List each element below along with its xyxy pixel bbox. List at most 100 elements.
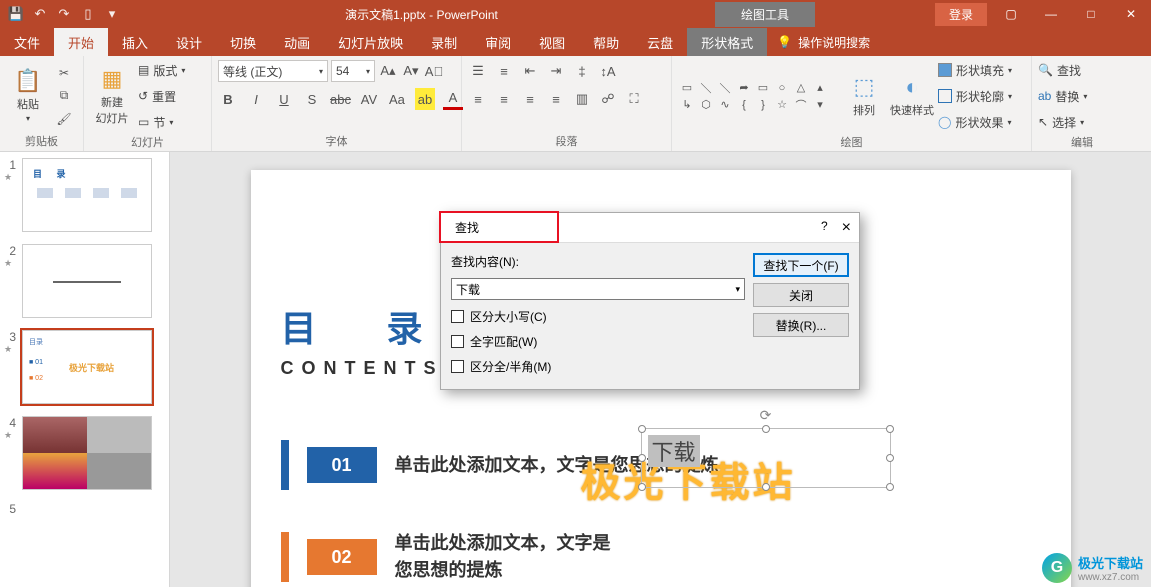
dialog-help-icon[interactable]: ?	[821, 219, 828, 237]
find-next-button[interactable]: 查找下一个(F)	[753, 253, 849, 277]
shape-arc-icon[interactable]: ⌒	[792, 97, 810, 113]
maximize-icon[interactable]: □	[1071, 0, 1111, 28]
shape-effects-button[interactable]: ◯形状效果▾	[938, 112, 1012, 132]
resize-handle[interactable]	[886, 483, 894, 491]
shape-brace2-icon[interactable]: }	[754, 97, 772, 113]
shape-arrow-icon[interactable]: ➦	[735, 80, 753, 96]
resize-handle[interactable]	[638, 483, 646, 491]
save-icon[interactable]: 💾	[6, 4, 26, 24]
find-content-input[interactable]: 下载 ▾	[451, 278, 745, 300]
shape-outline-button[interactable]: 形状轮廓▾	[938, 86, 1012, 106]
tab-review[interactable]: 审阅	[471, 28, 525, 56]
format-painter-icon[interactable]: 🖌	[54, 109, 74, 129]
bullets-icon[interactable]: ☰	[468, 60, 488, 82]
line-spacing-icon[interactable]: ‡	[572, 60, 592, 82]
shape-more-up-icon[interactable]: ▴	[811, 80, 829, 96]
shape-rect2-icon[interactable]: ▭	[754, 80, 772, 96]
shape-brace-icon[interactable]: {	[735, 97, 753, 113]
select-button[interactable]: ↖选择▾	[1038, 112, 1087, 132]
resize-handle[interactable]	[762, 483, 770, 491]
tab-help[interactable]: 帮助	[579, 28, 633, 56]
cut-icon[interactable]: ✂	[54, 63, 74, 83]
shapes-gallery[interactable]: ▭＼＼➦▭○△▴ ↳⬡∿{}☆⌒▾	[678, 80, 838, 113]
login-button[interactable]: 登录	[935, 3, 987, 26]
copy-icon[interactable]: ⧉	[54, 86, 74, 106]
align-right-icon[interactable]: ≡	[520, 88, 540, 110]
justify-icon[interactable]: ≡	[546, 88, 566, 110]
align-left-icon[interactable]: ≡	[468, 88, 488, 110]
tab-record[interactable]: 录制	[417, 28, 471, 56]
resize-handle[interactable]	[762, 425, 770, 433]
ribbon-options-icon[interactable]: ▢	[991, 0, 1031, 28]
find-button[interactable]: 🔍查找	[1038, 60, 1087, 80]
shape-tri-icon[interactable]: △	[792, 80, 810, 96]
increase-font-icon[interactable]: A▴	[378, 60, 398, 82]
dropdown-icon[interactable]: ▾	[735, 284, 740, 295]
shape-curve-icon[interactable]: ∿	[716, 97, 734, 113]
resize-handle[interactable]	[886, 425, 894, 433]
slide-thumb-3[interactable]: 目录 ■ 01 ■ 02 极光下载站	[22, 330, 152, 404]
tab-shape-format[interactable]: 形状格式	[687, 28, 767, 56]
tab-insert[interactable]: 插入	[108, 28, 162, 56]
shape-oval-icon[interactable]: ○	[773, 80, 791, 96]
tab-file[interactable]: 文件	[0, 28, 54, 56]
numbering-icon[interactable]: ≡	[494, 60, 514, 82]
font-name-combo[interactable]: 等线 (正文)▾	[218, 60, 328, 82]
redo-icon[interactable]: ↷	[54, 4, 74, 24]
tab-slideshow[interactable]: 幻灯片放映	[324, 28, 417, 56]
replace-dialog-button[interactable]: 替换(R)...	[753, 313, 849, 337]
font-color-icon[interactable]: A	[443, 88, 463, 110]
new-slide-button[interactable]: ▦ 新建 幻灯片	[90, 66, 134, 126]
font-size-combo[interactable]: 54▾	[331, 60, 375, 82]
clear-format-icon[interactable]: A⃠	[424, 60, 444, 82]
reset-button[interactable]: ↺重置	[138, 86, 185, 106]
resize-handle[interactable]	[638, 454, 646, 462]
char-spacing-icon[interactable]: AV	[359, 88, 379, 110]
tab-transitions[interactable]: 切换	[216, 28, 270, 56]
section-button[interactable]: ▭节▾	[138, 112, 185, 132]
rotate-handle-icon[interactable]: ⟳	[760, 407, 772, 424]
match-case-checkbox[interactable]: 区分大小写(C)	[451, 308, 745, 325]
paste-button[interactable]: 📋 粘贴 ▾	[6, 68, 50, 123]
decrease-indent-icon[interactable]: ⇤	[520, 60, 540, 82]
bold-button[interactable]: B	[218, 88, 238, 110]
shape-more-down-icon[interactable]: ▾	[811, 97, 829, 113]
shape-rect-icon[interactable]: ▭	[678, 80, 696, 96]
smartart-icon[interactable]: ⛶	[624, 88, 644, 110]
slide-thumb-2[interactable]	[22, 244, 152, 318]
change-case-icon[interactable]: Aa	[387, 88, 407, 110]
tab-view[interactable]: 视图	[525, 28, 579, 56]
underline-button[interactable]: U	[274, 88, 294, 110]
slide-thumb-4[interactable]	[22, 416, 152, 490]
undo-icon[interactable]: ↶	[30, 4, 50, 24]
start-slideshow-icon[interactable]: ▯	[78, 4, 98, 24]
text-direction-icon[interactable]: ↕A	[598, 60, 618, 82]
tell-me-search[interactable]: 💡 操作说明搜索	[767, 34, 880, 51]
whole-word-checkbox[interactable]: 全字匹配(W)	[451, 333, 745, 350]
shadow-button[interactable]: S	[302, 88, 322, 110]
tab-cloud[interactable]: 云盘	[633, 28, 687, 56]
shape-star-icon[interactable]: ☆	[773, 97, 791, 113]
minimize-icon[interactable]: —	[1031, 0, 1071, 28]
close-window-icon[interactable]: ✕	[1111, 0, 1151, 28]
highlight-icon[interactable]: ab	[415, 88, 435, 110]
tab-home[interactable]: 开始	[54, 28, 108, 56]
resize-handle[interactable]	[886, 454, 894, 462]
shape-poly-icon[interactable]: ⬡	[697, 97, 715, 113]
italic-button[interactable]: I	[246, 88, 266, 110]
layout-button[interactable]: ▤版式▾	[138, 60, 185, 80]
align-center-icon[interactable]: ≡	[494, 88, 514, 110]
quick-styles-button[interactable]: ◐ 快速样式	[890, 74, 934, 118]
resize-handle[interactable]	[638, 425, 646, 433]
close-dialog-button[interactable]: 关闭	[753, 283, 849, 307]
match-width-checkbox[interactable]: 区分全/半角(M)	[451, 358, 745, 375]
tab-animations[interactable]: 动画	[270, 28, 324, 56]
replace-button[interactable]: ab替换▾	[1038, 86, 1087, 106]
decrease-font-icon[interactable]: A▾	[401, 60, 421, 82]
strikethrough-button[interactable]: abc	[330, 88, 351, 110]
tab-design[interactable]: 设计	[162, 28, 216, 56]
shape-line-icon[interactable]: ＼	[697, 80, 715, 96]
arrange-button[interactable]: ⬚ 排列	[842, 74, 886, 118]
qat-more-icon[interactable]: ▾	[102, 4, 122, 24]
shape-line2-icon[interactable]: ＼	[716, 80, 734, 96]
